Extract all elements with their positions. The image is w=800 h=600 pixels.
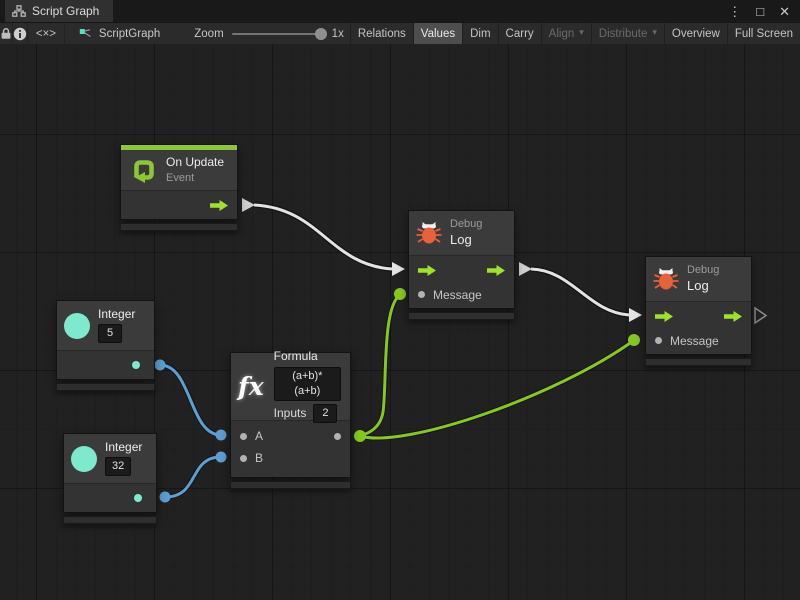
port-label-b: B — [255, 451, 263, 465]
node-footer — [63, 516, 157, 524]
message-input-port[interactable] — [655, 337, 662, 344]
carry-button[interactable]: Carry — [498, 23, 541, 44]
node-footer — [408, 312, 515, 320]
script-graph-window: Script Graph ⋮ □ ✕ <×> — [0, 0, 800, 600]
zoom-slider-handle[interactable] — [315, 28, 327, 40]
loop-event-icon — [128, 156, 158, 185]
formula-input-a-port[interactable] — [240, 433, 247, 440]
node-formula[interactable]: fx Formula (a+b)*(a+b) Inputs 2 A — [230, 352, 351, 489]
flow-output-port[interactable] — [724, 311, 742, 322]
dim-button[interactable]: Dim — [462, 23, 497, 44]
inputs-label: Inputs — [274, 406, 307, 420]
values-button[interactable]: Values — [413, 23, 462, 44]
integer-output-port[interactable] — [134, 494, 142, 502]
node-title: Integer — [105, 441, 142, 455]
lock-button[interactable] — [0, 23, 13, 44]
message-input-port[interactable] — [418, 291, 425, 298]
align-dropdown[interactable]: Align — [541, 23, 591, 44]
connection-onupdate-to-log1[interactable] — [242, 198, 405, 276]
zoom-label: Zoom — [194, 28, 223, 40]
bug-icon — [416, 221, 442, 245]
node-debug-log-2[interactable]: Debug Log — [645, 256, 752, 366]
zoom-control: Zoom 1x — [170, 23, 350, 44]
tab-bar: Script Graph ⋮ □ ✕ — [0, 0, 800, 22]
node-on-update-event[interactable]: On Update Event — [120, 144, 238, 231]
graph-name: ScriptGraph — [99, 28, 160, 40]
flow-input-port[interactable] — [655, 311, 673, 322]
port-label-message: Message — [670, 334, 719, 348]
integer-output-port[interactable] — [132, 361, 140, 369]
node-footer — [56, 383, 155, 391]
connection-log1-to-log2[interactable] — [519, 262, 642, 322]
graph-canvas[interactable]: On Update Event — [0, 44, 800, 600]
tab-title: Script Graph — [32, 4, 99, 18]
integer-type-icon — [64, 313, 90, 339]
script-graph-icon — [79, 28, 93, 40]
node-footer — [645, 358, 752, 366]
node-footer — [230, 481, 351, 489]
tab-script-graph[interactable]: Script Graph — [5, 0, 113, 22]
full-screen-button[interactable]: Full Screen — [727, 23, 800, 44]
window-controls: ⋮ □ ✕ — [728, 0, 800, 22]
info-icon — [13, 27, 27, 41]
node-title: Log — [450, 233, 482, 248]
info-button[interactable] — [13, 23, 28, 44]
formula-input-b-port[interactable] — [240, 455, 247, 462]
node-integer-32[interactable]: Integer 32 — [63, 433, 157, 524]
integer-type-icon — [71, 446, 97, 472]
lock-icon — [0, 27, 12, 40]
node-title: On Update — [166, 156, 224, 170]
node-footer — [120, 223, 238, 231]
graph-reference[interactable]: ScriptGraph — [65, 23, 170, 44]
relations-button[interactable]: Relations — [350, 23, 413, 44]
code-icon: <×> — [36, 28, 56, 40]
port-label-a: A — [255, 429, 263, 443]
node-category: Debug — [687, 264, 719, 276]
integer-value-field[interactable]: 32 — [105, 457, 131, 476]
menu-icon[interactable]: ⋮ — [728, 5, 741, 18]
maximize-icon[interactable]: □ — [756, 5, 764, 18]
node-debug-log-1[interactable]: Debug Log — [408, 210, 515, 320]
connection-integer32-to-formula-b[interactable] — [160, 452, 227, 503]
node-subtitle: Event — [166, 172, 224, 184]
zoom-slider[interactable] — [232, 33, 324, 35]
formula-expression-field[interactable]: (a+b)*(a+b) — [274, 367, 341, 401]
flow-output-port[interactable] — [487, 265, 505, 276]
inputs-count-field[interactable]: 2 — [313, 404, 337, 423]
graph-hierarchy-icon — [12, 5, 26, 17]
code-view-button[interactable]: <×> — [28, 23, 65, 44]
distribute-dropdown[interactable]: Distribute — [591, 23, 664, 44]
flow-output-port[interactable] — [210, 200, 228, 211]
connection-formula-to-log1-message[interactable] — [360, 288, 406, 436]
node-category: Debug — [450, 218, 482, 230]
node-integer-5[interactable]: Integer 5 — [56, 300, 155, 391]
close-icon[interactable]: ✕ — [779, 5, 790, 18]
zoom-value: 1x — [332, 28, 344, 40]
bug-icon — [653, 267, 679, 291]
unconnected-port-triangle — [755, 308, 766, 323]
node-title: Integer — [98, 308, 135, 322]
integer-value-field[interactable]: 5 — [98, 324, 122, 343]
toolbar-buttons: Relations Values Dim Carry Align Distrib… — [350, 23, 800, 44]
formula-output-port[interactable] — [334, 433, 341, 440]
node-title: Formula — [274, 350, 341, 364]
graph-toolbar: <×> ScriptGraph Zoom 1x Relations Values… — [0, 22, 800, 44]
flow-input-port[interactable] — [418, 265, 436, 276]
connection-formula-to-log2-message[interactable] — [354, 334, 640, 442]
overview-button[interactable]: Overview — [664, 23, 727, 44]
connection-integer5-to-formula-a[interactable] — [155, 360, 227, 441]
port-label-message: Message — [433, 288, 482, 302]
node-title: Log — [687, 279, 719, 294]
formula-icon: fx — [238, 374, 266, 399]
